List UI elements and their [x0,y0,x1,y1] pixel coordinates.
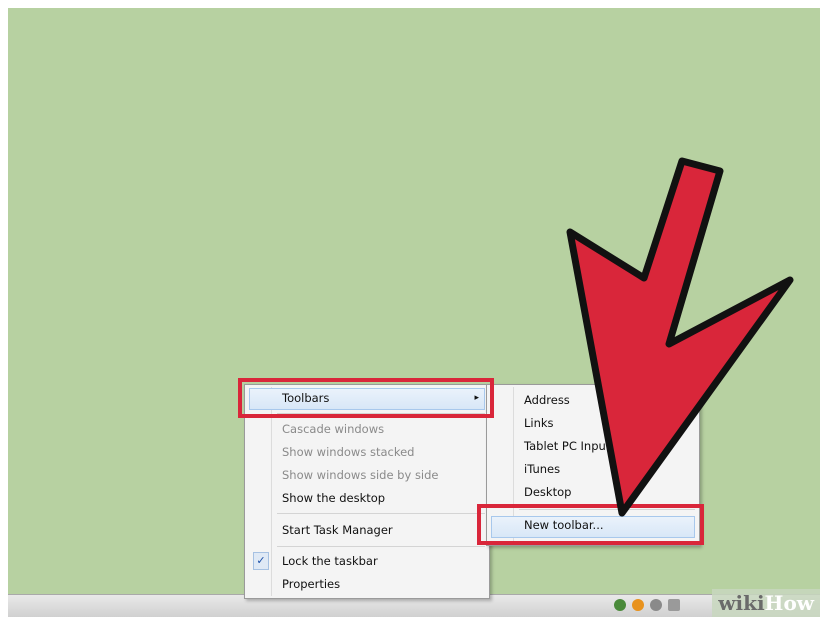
wikihow-watermark: wikiHow [712,589,820,617]
red-pointer-arrow-icon [566,157,794,517]
desktop: Toolbars ▸ Cascade windows Show windows … [8,8,820,617]
